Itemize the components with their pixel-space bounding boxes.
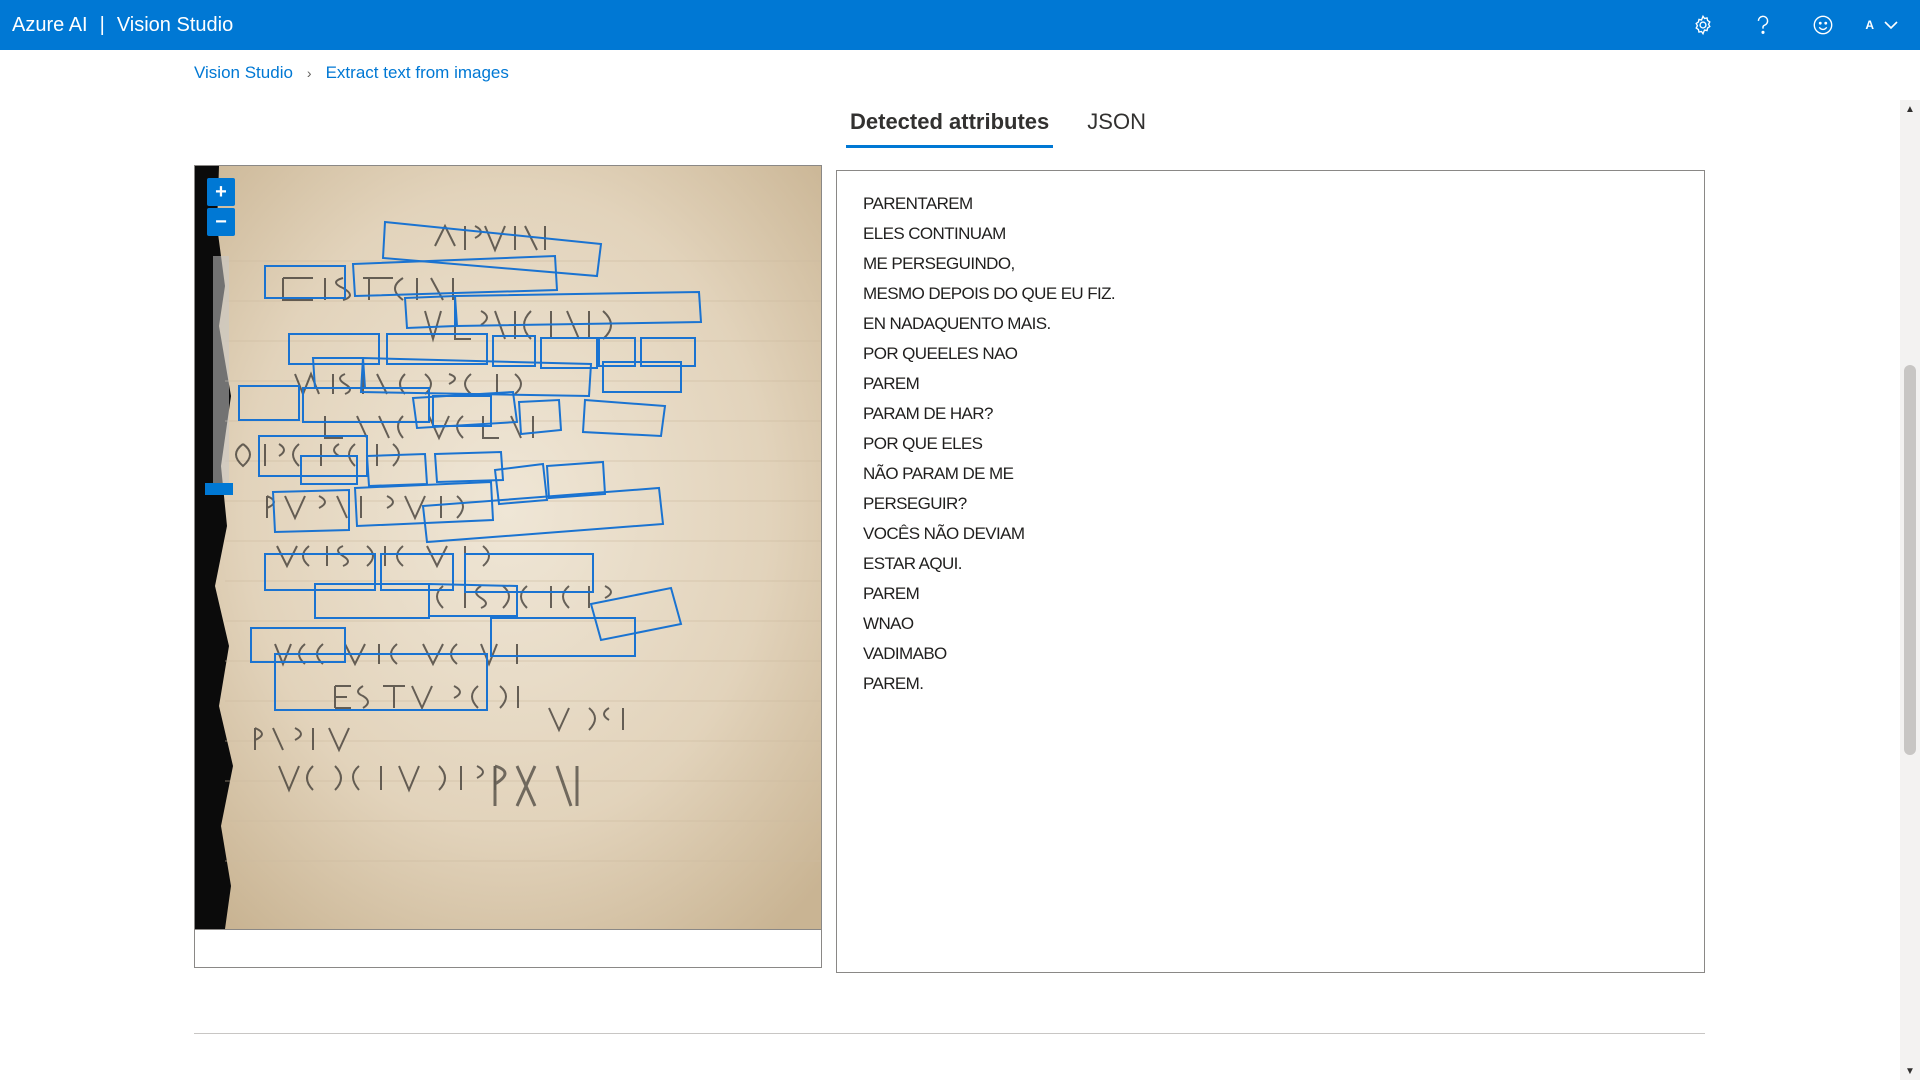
zoom-out-button[interactable]: −	[207, 208, 235, 236]
page-scrollbar[interactable]: ▲ ▼	[1900, 100, 1920, 1080]
detected-text-line[interactable]: ESTAR AQUI.	[863, 549, 1678, 579]
breadcrumb-current-link[interactable]: Extract text from images	[326, 63, 509, 83]
detected-text-line[interactable]: PARENTAREM	[863, 189, 1678, 219]
detected-text-line[interactable]: ELES CONTINUAM	[863, 219, 1678, 249]
scroll-up-arrow-icon[interactable]: ▲	[1900, 100, 1920, 118]
detected-text-line[interactable]: POR QUEELES NAO	[863, 339, 1678, 369]
zoom-slider-track[interactable]	[213, 256, 229, 486]
tab-json[interactable]: JSON	[1083, 109, 1150, 148]
scroll-down-arrow-icon[interactable]: ▼	[1900, 1062, 1920, 1080]
zoom-in-button[interactable]: +	[207, 178, 235, 206]
help-button[interactable]	[1733, 0, 1793, 50]
zoom-slider-handle[interactable]	[205, 483, 233, 495]
brand-separator: |	[99, 13, 105, 36]
settings-button[interactable]	[1673, 0, 1733, 50]
avatar: A	[1865, 18, 1874, 32]
top-bar: Azure AI | Vision Studio A	[0, 0, 1920, 50]
detected-text-line[interactable]: PAREM.	[863, 669, 1678, 699]
detected-text-line[interactable]: WNAO	[863, 609, 1678, 639]
result-tabs: Detected attributes JSON	[846, 104, 1180, 148]
image-viewer[interactable]: + −	[195, 166, 821, 929]
account-menu[interactable]: A	[1853, 0, 1920, 50]
detected-text-line[interactable]: PAREM	[863, 369, 1678, 399]
scrollbar-thumb[interactable]	[1904, 365, 1916, 755]
image-panel: + −	[194, 165, 822, 968]
question-icon	[1758, 15, 1769, 34]
chevron-down-icon	[1884, 21, 1898, 30]
chevron-right-icon: ›	[306, 65, 312, 81]
brand-secondary: Vision Studio	[116, 13, 234, 36]
detected-text-line[interactable]: ME PERSEGUINDO,	[863, 249, 1678, 279]
detected-text-line[interactable]: MESMO DEPOIS DO QUE EU FIZ.	[863, 279, 1678, 309]
detected-text-panel: PARENTAREM ELES CONTINUAM ME PERSEGUINDO…	[836, 170, 1705, 973]
detected-text-line[interactable]: VADIMABO	[863, 639, 1678, 669]
detected-text-list: PARENTAREM ELES CONTINUAM ME PERSEGUINDO…	[863, 189, 1678, 699]
detected-text-line[interactable]: PERSEGUIR?	[863, 489, 1678, 519]
image-footer	[195, 929, 821, 967]
detected-text-line[interactable]: POR QUE ELES	[863, 429, 1678, 459]
breadcrumb: Vision Studio › Extract text from images	[194, 63, 509, 83]
detected-text-line[interactable]: PARAM DE HAR?	[863, 399, 1678, 429]
smiley-icon	[1813, 15, 1833, 35]
tab-detected-attributes[interactable]: Detected attributes	[846, 109, 1054, 148]
detected-text-line[interactable]: EN NADAQUENTO MAIS.	[863, 309, 1678, 339]
feedback-button[interactable]	[1793, 0, 1853, 50]
detected-text-line[interactable]: NÃO PARAM DE ME	[863, 459, 1678, 489]
handwritten-note-image	[195, 166, 821, 929]
breadcrumb-home-link[interactable]: Vision Studio	[194, 63, 293, 83]
bottom-divider	[194, 1033, 1705, 1034]
top-actions: A	[1673, 0, 1920, 50]
brand[interactable]: Azure AI | Vision Studio	[0, 14, 233, 37]
detected-text-line[interactable]: PAREM	[863, 579, 1678, 609]
brand-primary: Azure AI	[12, 13, 88, 36]
detected-text-line[interactable]: VOCÊS NÃO DEVIAM	[863, 519, 1678, 549]
gear-icon	[1695, 14, 1712, 36]
